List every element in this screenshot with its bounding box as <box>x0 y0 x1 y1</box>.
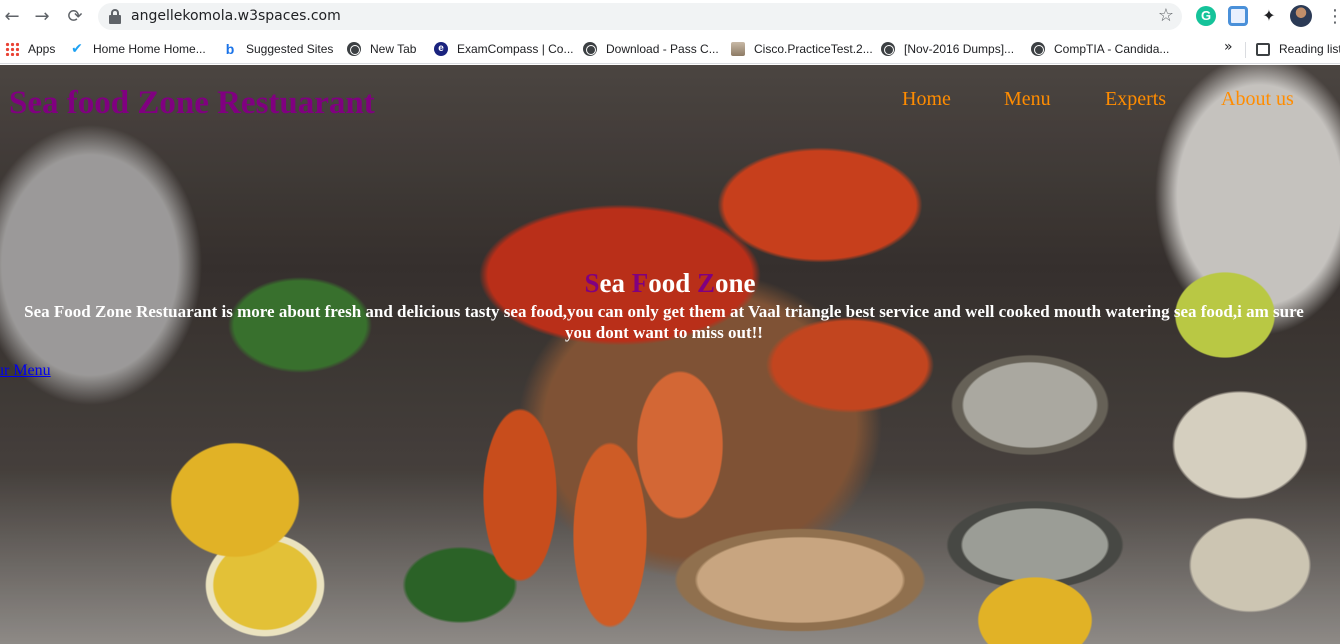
more-bookmarks-chevron-icon[interactable]: » <box>1224 39 1233 55</box>
bookmark-download[interactable]: Download - Pass C... <box>583 40 719 58</box>
bookmark-nov-2016-dumps[interactable]: [Nov-2016 Dumps]... <box>881 40 1014 58</box>
browser-menu-icon[interactable]: ⋮ <box>1326 6 1340 27</box>
url-text[interactable]: angellekomola.w3spaces.com <box>131 8 341 24</box>
nav-link-home[interactable]: Home <box>902 88 951 111</box>
tagline-initial: F <box>631 268 649 298</box>
examcompass-icon: e <box>434 42 448 56</box>
nav-link-about-us[interactable]: About us <box>1221 88 1294 111</box>
bookmark-comptia[interactable]: CompTIA - Candida... <box>1031 40 1169 58</box>
reload-icon[interactable]: ⟳ <box>64 6 86 28</box>
page-viewport: Sea food Zone Restuarant Home Menu Exper… <box>0 65 1340 644</box>
extensions-puzzle-icon[interactable]: ✦ <box>1259 6 1279 26</box>
profile-avatar[interactable] <box>1290 5 1312 27</box>
hero-tagline: Sea Food Zone <box>0 268 1340 299</box>
globe-icon <box>583 42 597 56</box>
nav-link-menu[interactable]: Menu <box>1004 88 1051 111</box>
tagline-word-rest: ood <box>648 268 698 298</box>
forward-arrow-icon[interactable]: → <box>31 6 53 28</box>
tagline-word-rest: ea <box>599 268 632 298</box>
tagline-initial: S <box>584 268 600 298</box>
hero-description: Sea Food Zone Restuarant is more about f… <box>24 302 1304 342</box>
site-title: Sea food Zone Restuarant <box>9 85 375 121</box>
browser-toolbar: ← → ⟳ angellekomola.w3spaces.com ☆ G ✦ ⋮ <box>0 0 1340 34</box>
screenshot-extension-icon[interactable] <box>1228 6 1248 26</box>
nav-link-experts[interactable]: Experts <box>1105 88 1166 111</box>
bookmark-suggested-sites[interactable]: b Suggested Sites <box>223 40 334 58</box>
back-arrow-icon[interactable]: ← <box>1 6 23 28</box>
bookmark-cisco[interactable]: Cisco.PracticeTest.2... <box>731 40 873 58</box>
bookmark-new-tab[interactable]: New Tab <box>347 40 416 58</box>
cisco-icon <box>731 42 745 56</box>
twitter-icon: ✔ <box>71 41 83 57</box>
reading-list-icon <box>1256 42 1270 56</box>
our-menu-link[interactable]: ur Menu <box>0 362 51 380</box>
bookmark-examcompass[interactable]: e ExamCompass | Co... <box>434 40 573 58</box>
bookmarks-bar: Apps ✔ Home Home Home... b Suggested Sit… <box>0 34 1340 64</box>
bookmark-star-icon[interactable]: ☆ <box>1158 5 1174 26</box>
apps-grid-icon <box>5 42 19 56</box>
tagline-word-rest: one <box>715 268 756 298</box>
globe-icon <box>347 42 361 56</box>
lock-icon[interactable] <box>108 9 122 24</box>
globe-icon <box>881 42 895 56</box>
bookmark-home[interactable]: ✔ Home Home Home... <box>70 40 206 58</box>
address-bar[interactable]: angellekomola.w3spaces.com ☆ <box>98 3 1182 30</box>
grammarly-extension-icon[interactable]: G <box>1196 6 1216 26</box>
bookmarks-divider <box>1245 42 1246 58</box>
bookmark-apps[interactable]: Apps <box>5 40 55 58</box>
seafood-background-image <box>0 65 1340 644</box>
tagline-initial: Z <box>697 268 716 298</box>
bing-icon: b <box>225 41 235 57</box>
globe-icon <box>1031 42 1045 56</box>
reading-list-button[interactable]: Reading list <box>1256 40 1340 58</box>
